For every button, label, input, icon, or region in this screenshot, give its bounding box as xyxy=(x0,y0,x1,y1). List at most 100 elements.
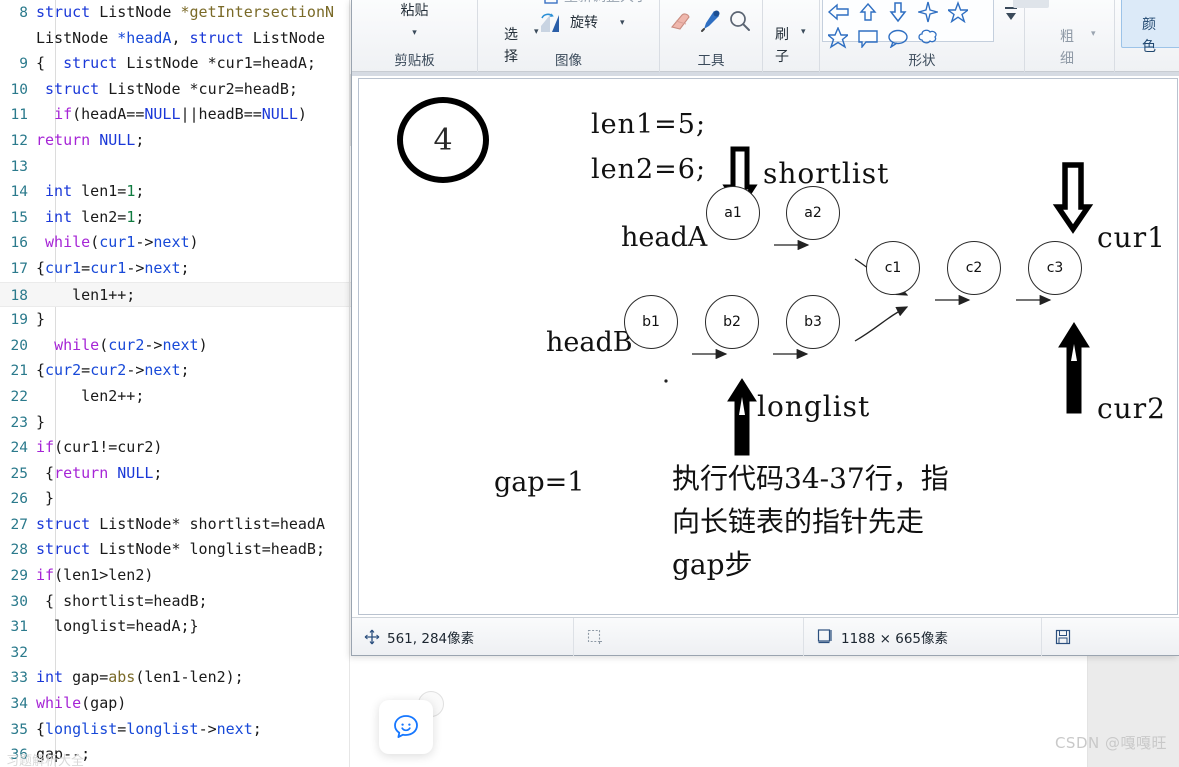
line-number: 32 xyxy=(10,644,28,661)
line-number: 29 xyxy=(10,568,28,585)
save-floppy-icon[interactable] xyxy=(1054,628,1072,646)
crop-icon[interactable] xyxy=(542,0,560,8)
code-line[interactable]: 16 while(cur1->next) xyxy=(0,230,360,256)
code-line[interactable]: 26 } xyxy=(0,486,360,512)
code-lines-container[interactable]: 8struct ListNode *getIntersectionN·ListN… xyxy=(0,0,360,767)
line-number: 24 xyxy=(10,440,28,457)
chat-widget-button[interactable] xyxy=(379,700,433,754)
code-line[interactable]: 29 if(len1>len2) xyxy=(0,563,360,589)
code-text: {return NULL; xyxy=(36,463,163,482)
rotate-caret-icon[interactable]: ▾ xyxy=(620,17,625,28)
shape-five-point-star[interactable] xyxy=(943,0,973,25)
shape-rounded-callout[interactable] xyxy=(853,25,883,51)
code-line[interactable]: 27 struct ListNode* shortlist=headA xyxy=(0,512,360,538)
paint-canvas-area[interactable]: 4 len1=5; len2=6; headA headB shortlist … xyxy=(352,72,1179,617)
line-number: 8 xyxy=(19,5,28,21)
shape-cloud-callout[interactable] xyxy=(913,25,943,51)
code-line[interactable]: 10 struct ListNode *cur2=headB; xyxy=(0,77,360,103)
code-line[interactable]: 14 int len1=1; xyxy=(0,179,360,205)
paint-window: 粘贴 ▾ 剪贴板 选 择 ▾ 重新调整大小 xyxy=(351,0,1179,656)
magnifier-icon[interactable] xyxy=(728,9,752,33)
code-text: return NULL; xyxy=(36,130,145,149)
line-number: 20 xyxy=(10,337,28,354)
code-text: {cur1=cur1->next; xyxy=(36,258,190,277)
code-line[interactable]: 19} xyxy=(0,307,360,333)
list-node-c1: c1 xyxy=(866,241,920,295)
code-line[interactable]: 9 { struct ListNode *cur1=headA; xyxy=(0,51,360,77)
line-number: 35 xyxy=(10,721,28,738)
code-line[interactable]: 15 int len2=1; xyxy=(0,205,360,231)
color-button[interactable]: 颜 色 xyxy=(1129,0,1169,58)
code-line[interactable]: 28 struct ListNode* longlist=headB; xyxy=(0,537,360,563)
rotate-icon[interactable] xyxy=(539,12,565,36)
image-size-text: 1188 × 665像素 xyxy=(841,630,949,647)
statusbar-selection-size xyxy=(574,617,804,656)
background-page xyxy=(360,656,1088,767)
code-line[interactable]: 20 while(cur2->next) xyxy=(0,333,360,359)
color-picker-icon[interactable] xyxy=(698,8,722,34)
code-line[interactable]: 24 if(cur1!=cur2) xyxy=(0,435,360,461)
line-number: · xyxy=(0,27,36,53)
shape-arrow-down[interactable] xyxy=(883,0,913,25)
paste-caret-icon[interactable]: ▾ xyxy=(352,24,477,42)
shape-four-point-star[interactable] xyxy=(913,0,943,25)
statusbar-save-indicator[interactable] xyxy=(1042,618,1084,656)
shape-six-point-star[interactable] xyxy=(823,25,853,51)
brush-button[interactable]: 刷 子 xyxy=(765,2,799,68)
eraser-icon[interactable] xyxy=(668,10,694,34)
paste-button[interactable]: 粘贴 ▾ xyxy=(352,2,477,42)
crosshair-icon xyxy=(364,629,380,644)
ribbon-group-thickness: 粗 细 ▾ xyxy=(1013,0,1115,72)
resize-label[interactable]: 重新调整大小 xyxy=(564,0,648,6)
code-line[interactable]: 21 {cur2=cur2->next; xyxy=(0,358,360,384)
code-text: while(cur2->next) xyxy=(54,335,208,354)
thickness-button[interactable]: 粗 细 xyxy=(1047,4,1087,70)
code-text: struct ListNode* shortlist=headA xyxy=(36,514,325,533)
line-number: 34 xyxy=(10,696,28,713)
paste-label: 粘贴 xyxy=(400,3,429,19)
brush-caret-icon[interactable]: ▾ xyxy=(801,26,806,37)
code-line[interactable]: 34 while(gap) xyxy=(0,691,360,717)
code-editor-panel[interactable]: 8struct ListNode *getIntersectionN·ListN… xyxy=(0,0,360,767)
size-preview-swatch xyxy=(1013,0,1049,8)
list-node-c2: c2 xyxy=(947,241,1001,295)
code-line[interactable]: 30 { shortlist=headB; xyxy=(0,589,360,615)
code-line[interactable]: 8 struct ListNode *getIntersectionN xyxy=(0,0,360,26)
csdn-watermark: CSDN @嘎嘎旺 xyxy=(1054,734,1167,752)
code-line[interactable]: 18 len1++; xyxy=(0,281,360,308)
shape-arrow-up[interactable] xyxy=(853,0,883,25)
list-node-b3: b3 xyxy=(786,295,840,349)
code-line[interactable]: 23} xyxy=(0,410,360,436)
code-line[interactable]: 22 len2++; xyxy=(0,384,360,410)
rotate-label[interactable]: 旋转 xyxy=(570,14,598,32)
code-text: while(cur1->next) xyxy=(45,233,199,252)
line-number: 23 xyxy=(10,414,28,431)
shape-gallery[interactable] xyxy=(822,0,994,49)
code-line[interactable]: 31 longlist=headA;} xyxy=(0,614,360,640)
code-line[interactable]: 12 return NULL; xyxy=(0,128,360,154)
statusbar-cursor-position: 561, 284像素 xyxy=(352,617,574,656)
code-line[interactable]: 17 {cur1=cur1->next; xyxy=(0,256,360,282)
shape-arrow-left[interactable] xyxy=(823,0,853,25)
ribbon-group-shapes: 形状 xyxy=(820,0,1025,72)
code-line[interactable]: 33 int gap=abs(len1-len2); xyxy=(0,665,360,691)
chat-smiley-icon xyxy=(394,715,418,738)
code-line[interactable]: 25 {return NULL; xyxy=(0,461,360,487)
code-line[interactable]: 11 if(headA==NULL||headB==NULL) xyxy=(0,102,360,128)
code-text: if(headA==NULL||headB==NULL) xyxy=(54,105,307,124)
list-node-c3: c3 xyxy=(1028,241,1082,295)
code-text: if(len1>len2) xyxy=(36,566,154,585)
code-line[interactable]: 32 xyxy=(0,640,360,666)
ribbon-group-image-label: 图像 xyxy=(555,53,582,69)
code-text: { shortlist=headB; xyxy=(36,591,208,610)
code-line[interactable]: ·ListNode *headA, struct ListNode xyxy=(0,26,360,52)
code-text: {cur2=cur2->next; xyxy=(36,361,190,380)
code-line[interactable]: 13 xyxy=(0,154,360,180)
code-line[interactable]: 35 {longlist=longlist->next; xyxy=(0,717,360,743)
paint-canvas[interactable]: 4 len1=5; len2=6; headA headB shortlist … xyxy=(358,78,1178,615)
select-caret-icon[interactable]: ▾ xyxy=(534,26,539,37)
ribbon-group-tools: 工具 xyxy=(660,0,763,72)
thickness-caret-icon[interactable]: ▾ xyxy=(1091,28,1096,39)
list-node-b1: b1 xyxy=(624,295,678,349)
shape-oval-callout[interactable] xyxy=(883,25,913,51)
